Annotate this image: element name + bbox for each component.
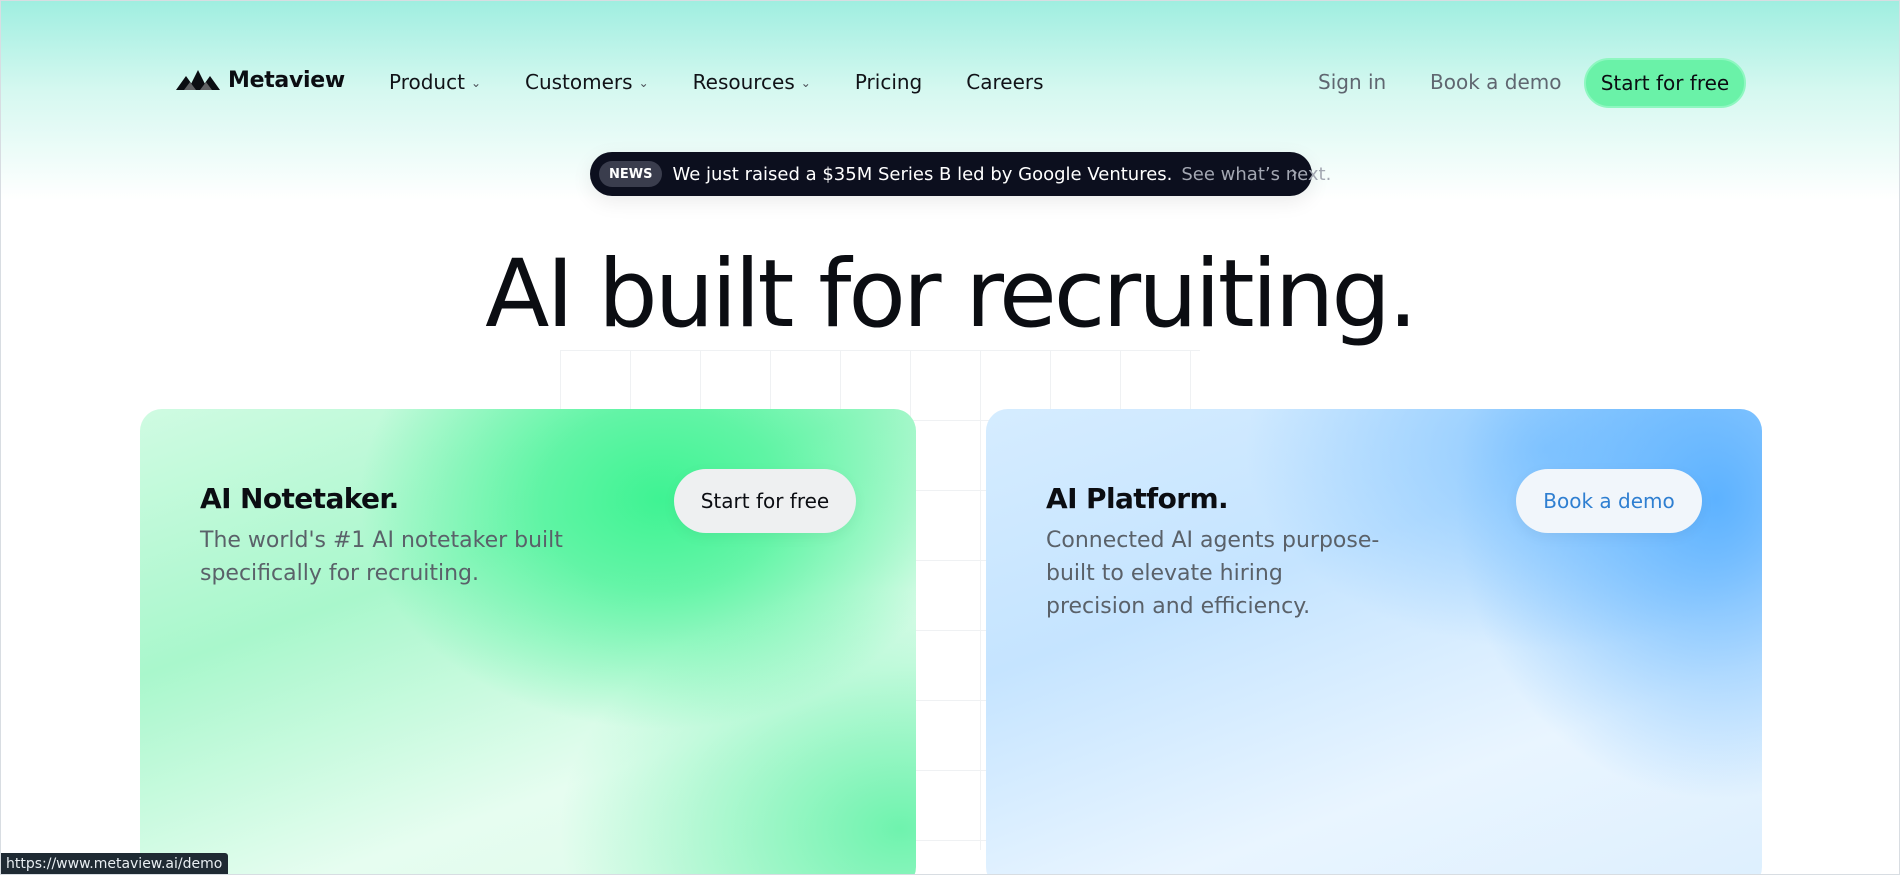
nav-item-resources[interactable]: Resources ⌄ [693,70,811,94]
nav-item-label: Pricing [854,70,923,94]
nav-item-careers[interactable]: Careers [966,70,1043,94]
status-bar-url: https://www.metaview.ai/demo [0,853,229,875]
card-title: AI Notetaker. [200,482,399,515]
chevron-down-icon: ⌄ [470,76,481,90]
card-description: Connected AI agents purpose-built to ele… [1046,528,1380,619]
nav-item-customers[interactable]: Customers ⌄ [525,70,649,94]
nav-item-label: Customers [525,70,633,94]
metaview-logo-icon [176,70,220,90]
nav-item-label: Careers [966,70,1044,94]
nav-item-pricing[interactable]: Pricing [855,70,922,94]
card-start-for-free-button[interactable]: Start for free [674,469,856,533]
news-text: We just raised a $35M Series B led by Go… [672,163,1173,185]
brand-logo[interactable]: Metaview [176,66,345,94]
nav-item-product[interactable]: Product ⌄ [389,70,481,94]
start-for-free-button[interactable]: Start for free [1584,58,1746,108]
card-book-demo-button[interactable]: Book a demo [1516,469,1702,533]
sign-in-link[interactable]: Sign in [1318,70,1386,94]
nav-links: Product ⌄ Customers ⌄ Resources ⌄ Pricin… [389,70,1088,94]
nav-item-label: Resources [692,70,795,94]
top-navigation: Metaview Product ⌄ Customers ⌄ Resources… [0,58,1900,108]
nav-item-label: Product [389,70,465,94]
chevron-right-icon: › [1290,162,1298,183]
brand-name: Metaview [228,67,345,93]
chevron-down-icon: ⌄ [800,76,811,90]
card-description: The world's #1 AI notetaker built specif… [200,528,563,586]
ai-notetaker-card: AI Notetaker. The world's #1 AI notetake… [140,409,916,875]
ai-platform-card: AI Platform. Connected AI agents purpose… [986,409,1762,875]
book-demo-link[interactable]: Book a demo [1430,70,1561,94]
news-banner[interactable]: NEWS We just raised a $35M Series B led … [590,152,1331,196]
hero-title: AI built for recruiting. [485,240,1418,349]
card-title: AI Platform. [1046,482,1229,515]
news-badge: NEWS [599,161,663,187]
chevron-down-icon: ⌄ [638,76,649,90]
news-more-link: See what’s next. [1181,163,1332,185]
